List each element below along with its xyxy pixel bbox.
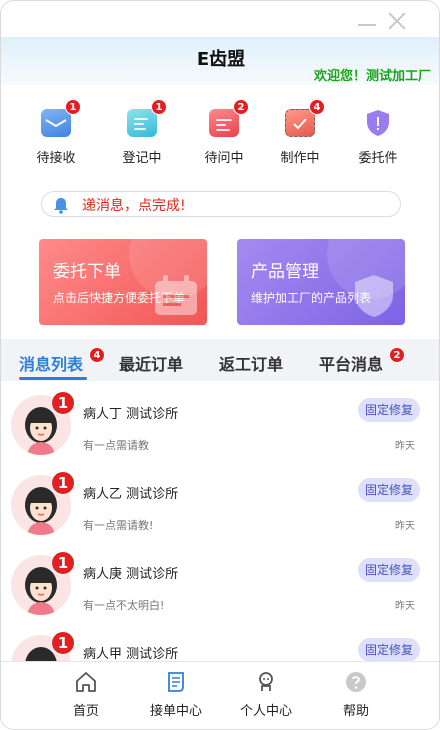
- tab-rework-orders[interactable]: 返工订单: [219, 351, 283, 375]
- nav-help[interactable]: 帮助: [311, 662, 401, 729]
- quick-action-badge: 4: [309, 99, 325, 115]
- register-icon: [127, 109, 157, 137]
- message-sender: 病人甲 测试诊所: [83, 647, 179, 661]
- nav-label: 首页: [72, 704, 99, 719]
- quick-action-inquiring[interactable]: 2 待问中: [189, 97, 259, 169]
- card-product-management[interactable]: 产品管理 维护加工厂的产品列表: [237, 239, 405, 325]
- quick-actions: 1 待接收 1 登记中 2 待问中 4 制作中 委托件: [1, 97, 439, 169]
- quick-action-label: 委托件: [358, 151, 398, 166]
- unread-badge: 1: [51, 631, 75, 655]
- unread-badge: 1: [51, 471, 75, 495]
- production-icon: [285, 109, 315, 137]
- app-window: E齿盟 欢迎您！测试加工厂 1 待接收 1 登记中 2 待问中 4 制作中 委托…: [0, 0, 440, 730]
- tab-badge: 2: [389, 347, 405, 363]
- bottom-nav: 首页 接单中心 个人中心 帮助: [1, 661, 439, 729]
- profile-icon: [254, 670, 278, 694]
- quick-action-badge: 1: [151, 99, 167, 115]
- message-list: 1 病人丁 测试诊所 有一点需请教 固定修复 昨天 1 病人乙 测试诊所 有一点…: [1, 383, 439, 661]
- message-sender: 病人庚 测试诊所: [83, 567, 179, 582]
- category-tag[interactable]: 固定修复: [358, 638, 420, 661]
- shield-icon: [365, 109, 391, 137]
- order-center-icon: [164, 670, 188, 694]
- nav-profile[interactable]: 个人中心: [221, 662, 311, 729]
- list-item[interactable]: 1 病人庚 测试诊所 有一点不太明白! 固定修复 昨天: [1, 547, 439, 627]
- list-item[interactable]: 1 病人丁 测试诊所 有一点需请教 固定修复 昨天: [1, 387, 439, 467]
- quick-action-commissioned[interactable]: 委托件: [343, 97, 413, 169]
- message-preview: 有一点需请教!: [83, 519, 154, 532]
- quick-action-registering[interactable]: 1 登记中: [107, 97, 177, 169]
- unread-badge: 1: [51, 391, 75, 415]
- inbox-icon: [41, 109, 71, 137]
- tab-recent-orders[interactable]: 最近订单: [119, 351, 183, 375]
- nav-label: 接单中心: [149, 704, 202, 719]
- welcome-text: 欢迎您！测试加工厂: [313, 69, 431, 84]
- nav-order-center[interactable]: 接单中心: [131, 662, 221, 729]
- notice-text: 递消息，点完成!: [82, 198, 186, 214]
- quick-action-label: 待接收: [36, 151, 76, 166]
- quick-action-badge: 1: [65, 99, 81, 115]
- bell-icon: [52, 196, 70, 214]
- category-tag[interactable]: 固定修复: [358, 398, 420, 422]
- category-tag[interactable]: 固定修复: [358, 478, 420, 502]
- nav-home[interactable]: 首页: [41, 662, 131, 729]
- nav-label: 个人中心: [239, 704, 292, 719]
- message-sender: 病人乙 测试诊所: [83, 487, 179, 502]
- tab-message-list[interactable]: 消息列表: [19, 351, 83, 375]
- message-preview: 有一点需请教: [83, 439, 149, 452]
- inquiry-icon: [209, 109, 239, 137]
- minimize-icon[interactable]: [357, 13, 377, 27]
- unread-badge: 1: [51, 551, 75, 575]
- shield-icon: [349, 273, 399, 319]
- quick-action-badge: 2: [233, 99, 249, 115]
- tab-underline: [19, 377, 87, 380]
- list-item[interactable]: 1 病人甲 测试诊所 固定修复: [1, 627, 439, 661]
- close-icon[interactable]: [387, 11, 407, 31]
- header: E齿盟 欢迎您！测试加工厂: [1, 37, 439, 85]
- message-time: 昨天: [395, 441, 415, 452]
- home-icon: [74, 670, 98, 694]
- card-commission-order[interactable]: 委托下单 点击后快捷方便委托下单: [39, 239, 207, 325]
- card-title: 产品管理: [251, 262, 319, 282]
- notice-bar[interactable]: 递消息，点完成!: [41, 191, 401, 217]
- quick-action-producing[interactable]: 4 制作中: [265, 97, 335, 169]
- quick-action-label: 待问中: [204, 151, 244, 166]
- calendar-icon: [151, 273, 201, 319]
- quick-action-label: 登记中: [122, 151, 162, 166]
- message-time: 昨天: [395, 521, 415, 532]
- list-item[interactable]: 1 病人乙 测试诊所 有一点需请教! 固定修复 昨天: [1, 467, 439, 547]
- message-time: 昨天: [395, 601, 415, 612]
- message-tabs: 消息列表 4 最近订单 返工订单 平台消息 2: [1, 339, 439, 381]
- nav-label: 帮助: [342, 704, 369, 719]
- tab-platform-messages[interactable]: 平台消息: [319, 351, 383, 375]
- message-preview: 有一点不太明白!: [83, 599, 165, 612]
- card-title: 委托下单: [53, 262, 121, 282]
- message-sender: 病人丁 测试诊所: [83, 407, 179, 422]
- quick-action-pending-receive[interactable]: 1 待接收: [21, 97, 91, 169]
- tab-badge: 4: [89, 347, 105, 363]
- category-tag[interactable]: 固定修复: [358, 558, 420, 582]
- help-icon: [344, 670, 368, 694]
- title-bar: [1, 1, 439, 37]
- quick-action-label: 制作中: [280, 151, 320, 166]
